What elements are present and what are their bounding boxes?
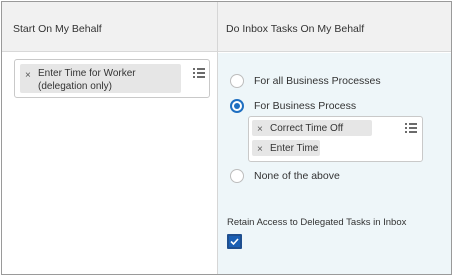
header-do-inbox-tasks: Do Inbox Tasks On My Behalf	[226, 23, 365, 35]
remove-item-icon[interactable]: ×	[257, 144, 263, 155]
selected-process-label: Enter Time	[270, 143, 319, 154]
column-divider	[217, 2, 218, 274]
retain-access-label: Retain Access to Delegated Tasks in Inbo…	[227, 217, 407, 228]
header-start-on-my-behalf: Start On My Behalf	[13, 23, 102, 35]
start-on-behalf-multiselect[interactable]: × Enter Time for Worker (delegation only…	[14, 59, 210, 98]
table-body-row: × Enter Time for Worker (delegation only…	[2, 53, 451, 274]
inbox-tasks-cell: For all Business Processes For Business …	[218, 53, 451, 274]
retain-access-checkbox[interactable]	[227, 234, 242, 249]
radio-button[interactable]	[230, 169, 244, 183]
radio-label: None of the above	[254, 170, 340, 182]
selected-item-pill: × Enter Time for Worker (delegation only…	[20, 64, 181, 93]
selected-process-label: Correct Time Off	[270, 123, 344, 134]
radio-label: For Business Process	[254, 100, 357, 112]
selected-item-label: Enter Time for Worker (delegation only)	[38, 68, 136, 92]
remove-item-icon[interactable]: ×	[25, 70, 31, 81]
list-icon[interactable]	[193, 68, 205, 78]
delegation-table: Start On My Behalf Do Inbox Tasks On My …	[1, 1, 452, 275]
table-header-row: Start On My Behalf Do Inbox Tasks On My …	[2, 2, 451, 52]
checkmark-icon	[230, 238, 239, 246]
selected-process-pill: × Enter Time	[252, 140, 320, 156]
radio-button[interactable]	[230, 74, 244, 88]
start-on-behalf-cell: × Enter Time for Worker (delegation only…	[2, 53, 217, 274]
radio-label: For all Business Processes	[254, 75, 381, 87]
remove-item-icon[interactable]: ×	[257, 124, 263, 135]
business-process-multiselect[interactable]: × Correct Time Off × Enter Time	[248, 116, 423, 162]
selected-process-pill: × Correct Time Off	[252, 120, 372, 136]
radio-button-selected[interactable]	[230, 99, 244, 113]
list-icon[interactable]	[405, 123, 417, 133]
